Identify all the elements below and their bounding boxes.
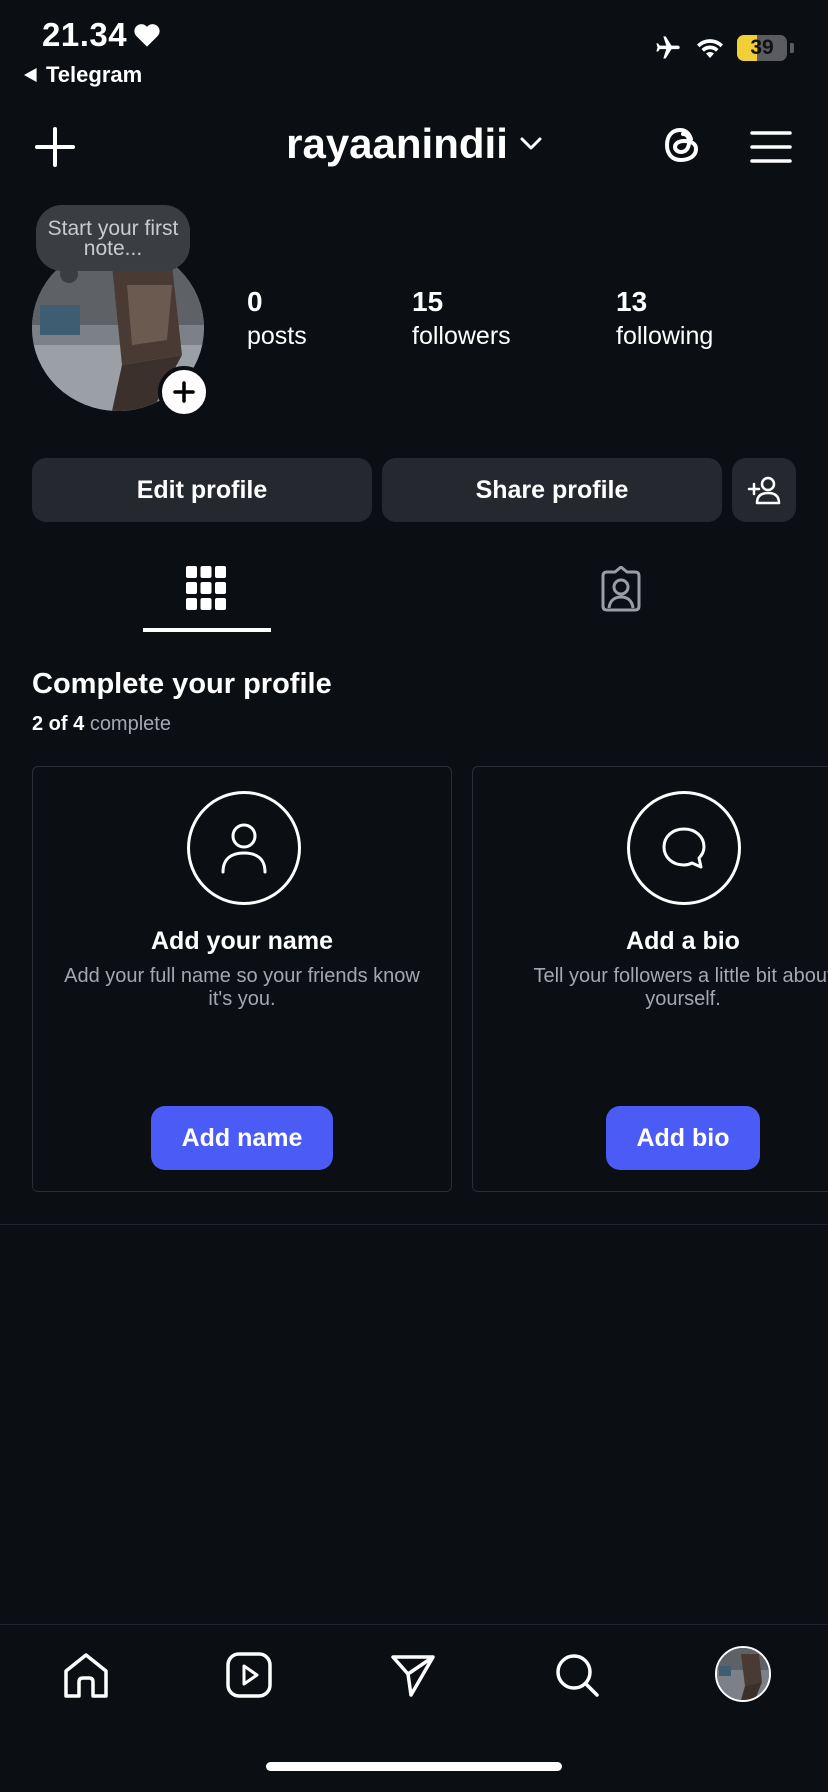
add-bio-button[interactable]: Add bio <box>606 1106 760 1170</box>
person-icon <box>187 791 301 905</box>
back-app-label: Telegram <box>46 62 143 87</box>
complete-profile-progress: 2 of 4 complete <box>32 713 171 736</box>
heart-icon <box>133 22 161 48</box>
chat-bubble-icon <box>627 791 741 905</box>
active-tab-indicator <box>143 628 271 632</box>
profile-avatar[interactable] <box>715 1646 771 1702</box>
card-description: Add your full name so your friends know … <box>64 965 420 1010</box>
discover-people-button[interactable] <box>732 458 796 522</box>
complete-profile-title: Complete your profile <box>32 668 332 700</box>
status-time: 21.34 <box>42 16 128 53</box>
edit-profile-button[interactable]: Edit profile <box>32 458 372 522</box>
username: rayaanindii <box>286 120 508 167</box>
chevron-down-icon <box>520 137 542 151</box>
direct-icon[interactable] <box>390 1652 436 1698</box>
add-name-button[interactable]: Add name <box>151 1106 333 1170</box>
progress-count: 2 of 4 <box>32 713 85 735</box>
stat-value: 0 <box>247 286 263 317</box>
search-icon[interactable] <box>554 1652 600 1698</box>
note-bubble[interactable]: Start your first note... <box>36 205 190 283</box>
battery-tip <box>790 43 794 53</box>
tagged-person-icon <box>601 566 641 612</box>
back-triangle-icon <box>24 68 37 82</box>
menu-icon[interactable] <box>750 130 792 164</box>
progress-suffix: complete <box>89 713 171 735</box>
back-to-app[interactable]: Telegram <box>24 62 142 88</box>
battery-level: 39 <box>750 36 774 59</box>
card-title: Add your name <box>151 927 333 955</box>
grid-icon <box>186 566 226 610</box>
card-add-name: Add your name Add your full name so your… <box>32 766 452 1192</box>
home-indicator <box>266 1762 562 1771</box>
stat-label: posts <box>247 322 307 350</box>
wifi-icon <box>695 36 725 60</box>
add-story-button[interactable] <box>158 366 210 418</box>
tab-grid[interactable] <box>186 566 226 610</box>
stat-label: followers <box>412 322 511 350</box>
airplane-icon <box>653 34 683 62</box>
add-person-icon <box>747 476 781 505</box>
card-add-bio: Add a bio Tell your followers a little b… <box>472 766 828 1192</box>
stat-label: following <box>616 322 714 350</box>
section-divider <box>0 1224 828 1225</box>
status-icons: 39 <box>653 34 794 62</box>
card-description: Tell your followers a little bit about y… <box>533 965 828 1010</box>
stat-value: 15 <box>412 286 444 317</box>
stat-posts[interactable]: 0 posts <box>247 286 307 351</box>
home-icon[interactable] <box>62 1652 110 1698</box>
tab-tagged[interactable] <box>598 566 644 612</box>
plus-icon <box>173 381 195 403</box>
stat-value: 13 <box>616 286 648 317</box>
share-profile-button[interactable]: Share profile <box>382 458 722 522</box>
stat-following[interactable]: 13 following <box>616 286 713 351</box>
reels-icon[interactable] <box>226 1652 272 1698</box>
card-title: Add a bio <box>626 927 740 955</box>
battery-icon: 39 <box>737 35 787 61</box>
threads-icon[interactable] <box>660 122 706 168</box>
stat-followers[interactable]: 15 followers <box>412 286 511 351</box>
